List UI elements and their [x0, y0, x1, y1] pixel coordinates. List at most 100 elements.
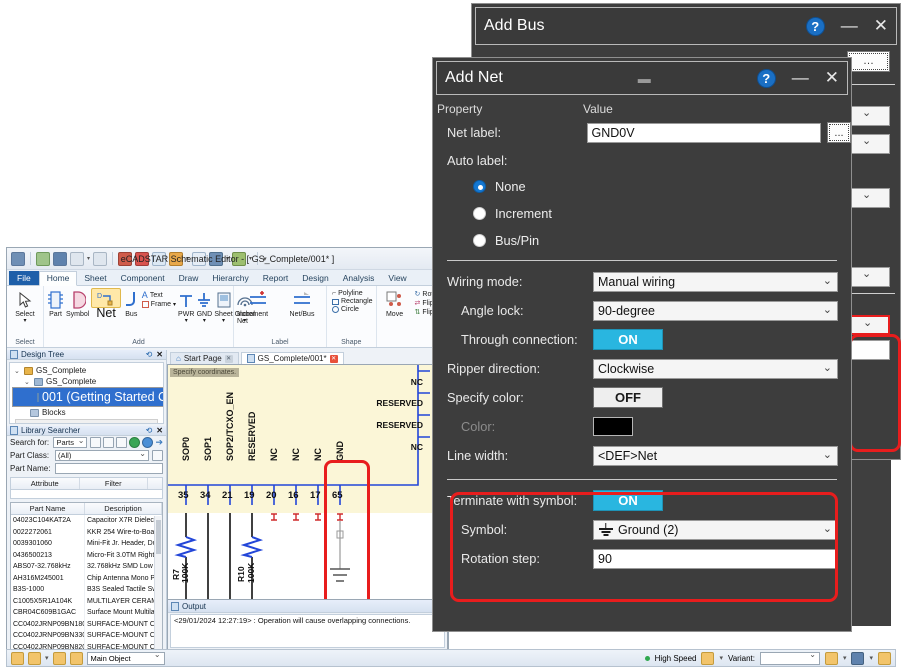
table-row[interactable]: CC0402JRNP09BN330SURFACE-MOUNT CERAI [11, 630, 162, 642]
ribbon-tab-hierarchy[interactable]: Hierarchy [205, 272, 255, 285]
status-snap-icon[interactable] [11, 651, 24, 665]
ripper-direction-select[interactable]: Clockwise ⌄ [593, 358, 838, 379]
add-pwr-button[interactable]: PWR ▾ [178, 288, 194, 325]
ribbon-tab-component[interactable]: Component [114, 272, 172, 285]
add-sheet-button[interactable]: Sheet ▾ [214, 288, 233, 325]
table-row[interactable]: ABS07-32.768kHz 32.768kHz SMD Low Prof [11, 561, 162, 573]
radio-increment[interactable] [473, 207, 486, 220]
add-symbol-button[interactable]: Symbol [66, 288, 89, 318]
run-search-icon[interactable] [129, 437, 141, 448]
add-gnd-button[interactable]: GND ▾ [196, 288, 212, 325]
save-icon[interactable] [53, 251, 67, 266]
close-icon[interactable]: ✕ [156, 350, 163, 359]
add-net-button[interactable]: D Net [91, 288, 121, 320]
tree-node-selected[interactable]: 001 (Getting Started Complete Design) [12, 387, 163, 407]
bus-browse-button[interactable]: … [847, 50, 890, 72]
chevron-down-icon[interactable]: ▾ [45, 654, 49, 662]
through-connection-toggle[interactable]: ON [593, 329, 663, 350]
variant-select[interactable] [759, 650, 820, 665]
part-class-browse-icon[interactable] [152, 450, 163, 461]
parts-vscrollbar[interactable] [154, 516, 162, 662]
tree-node[interactable]: ⌄ GS_Complete [12, 376, 161, 387]
move-button[interactable]: Move [380, 288, 410, 318]
search-for-select[interactable]: Parts [53, 436, 88, 448]
ribbon-tab-draw[interactable]: Draw [172, 272, 206, 285]
bus-symbol-dropdown[interactable] [847, 315, 890, 335]
variant-config-icon[interactable] [824, 651, 838, 665]
tree-node[interactable]: Blocks [12, 407, 161, 418]
close-icon[interactable]: ✕ [329, 354, 338, 363]
radio-none[interactable] [473, 180, 486, 193]
polyline-button[interactable]: ⌐ Polyline [332, 290, 373, 297]
chevron-down-icon[interactable]: ▾ [869, 654, 873, 662]
bus-dropdown-4[interactable] [847, 267, 890, 287]
ribbon-tab-home[interactable]: Home [38, 271, 78, 286]
schematic-canvas[interactable]: Specify coordinates. SOP0 SOP1 SOP2/TCXO… [167, 364, 448, 600]
chevron-down-icon[interactable]: ⌄ [24, 378, 31, 386]
bus-dropdown-2[interactable] [847, 133, 890, 154]
close-icon[interactable]: ✕ [874, 16, 888, 36]
align-icon[interactable] [192, 251, 207, 266]
angle-lock-select[interactable]: 90-degree ⌄ [593, 300, 838, 321]
undo-icon[interactable] [70, 251, 84, 266]
table-row[interactable]: 0039301060 Mini-Fit Jr. Header, Dual [11, 538, 162, 550]
table-row[interactable]: 04023C104KAT2A Capacitor X7R Dielectric, [11, 515, 162, 527]
table-row[interactable]: B3S-1000 B3S Sealed Tactile Switch [11, 584, 162, 596]
collapse-icon[interactable]: ▬ [638, 71, 651, 86]
tab-gs-complete[interactable]: GS_Complete/001* ✕ [240, 352, 344, 364]
edit-mode-icon[interactable] [878, 651, 891, 665]
add-frame-button[interactable]: Frame ▾ [141, 301, 176, 308]
net-bus-label-button[interactable]: Net/Bus [281, 288, 323, 318]
status-comment-icon[interactable] [52, 651, 66, 665]
auto-label-option-none[interactable]: None [433, 173, 851, 200]
line-width-select[interactable]: <DEF>Net ⌄ [593, 445, 838, 466]
table-row[interactable]: 0436500213 Micro-Fit 3.0TM Right Ar [11, 549, 162, 561]
ribbon-tab-analysis[interactable]: Analysis [336, 272, 382, 285]
minimize-icon[interactable]: — [792, 68, 809, 88]
ribbon-tab-view[interactable]: View [381, 272, 413, 285]
comment-icon[interactable] [169, 251, 184, 266]
design-tree[interactable]: ⌄ GS_Complete ⌄ GS_Complete 001 (Getting… [9, 362, 164, 424]
tree-node[interactable]: ⌄ GS_Complete [12, 365, 161, 376]
chevron-down-icon[interactable]: ▾ [843, 654, 847, 662]
specify-color-toggle[interactable]: OFF [593, 387, 663, 408]
table-row[interactable]: AH316M245001 Chip Antenna Mono Pole [11, 572, 162, 584]
auto-label-option-buspin[interactable]: Bus/Pin [433, 227, 851, 254]
help-icon[interactable]: ? [805, 16, 825, 36]
parts-result-table[interactable]: Part Name Description 04023C104KAT2A Capa… [10, 502, 163, 662]
table-row[interactable]: CC0402JRNP09BN180SURFACE-MOUNT CERAI [11, 618, 162, 630]
bus-dropdown-1[interactable] [847, 105, 890, 126]
ribbon-tab-report[interactable]: Report [256, 272, 296, 285]
attribute-filter-body[interactable] [10, 490, 163, 499]
rectangle-button[interactable]: Rectangle [332, 298, 373, 305]
tools-icon[interactable] [232, 251, 247, 266]
status-layer-icon[interactable] [28, 651, 41, 665]
table-row[interactable]: 0022272061 KKR 254 Wire-to-Board H [11, 526, 162, 538]
tab-start-page[interactable]: ⌂ Start Page ✕ [170, 352, 239, 364]
add-part-button[interactable]: Part [47, 288, 64, 318]
edit-search-icon[interactable] [103, 437, 115, 448]
table-row[interactable]: C1005X5R1A104KMULTILAYER CERAMIC C [11, 595, 162, 607]
circle-button[interactable]: Circle [332, 306, 373, 313]
add-text-button[interactable]: A Text [142, 290, 176, 300]
add-bus-titlebar[interactable]: Add Bus ? — ✕ [475, 7, 897, 45]
wiring-mode-select[interactable]: Manual wiring ⌄ [593, 271, 838, 292]
main-object-select[interactable]: Main Object [86, 650, 165, 665]
part-name-input[interactable] [55, 463, 163, 474]
zoom-icon[interactable] [152, 251, 167, 266]
close-icon[interactable]: ✕ [825, 68, 839, 88]
pin-icon[interactable]: ⟲ [146, 350, 153, 359]
table-row[interactable]: CBR04C609B1GAC Surface Mount Multilaye [11, 607, 162, 619]
pin-icon[interactable]: ⟲ [146, 426, 153, 435]
new-search-icon[interactable] [90, 437, 102, 448]
apply-arrow-icon[interactable]: ➔ [155, 437, 163, 448]
settings-gear-icon[interactable] [142, 437, 154, 448]
close-icon[interactable]: ✕ [156, 426, 163, 435]
net-label-input[interactable]: GND0V [586, 122, 822, 143]
select-button[interactable]: Select ▾ [10, 288, 40, 325]
auto-label-option-increment[interactable]: Increment [433, 200, 851, 227]
open-icon[interactable] [36, 251, 50, 266]
chevron-down-icon[interactable]: ⌄ [14, 367, 21, 375]
ribbon-tab-sheet[interactable]: Sheet [77, 272, 113, 285]
status-tree-icon[interactable] [69, 651, 83, 665]
